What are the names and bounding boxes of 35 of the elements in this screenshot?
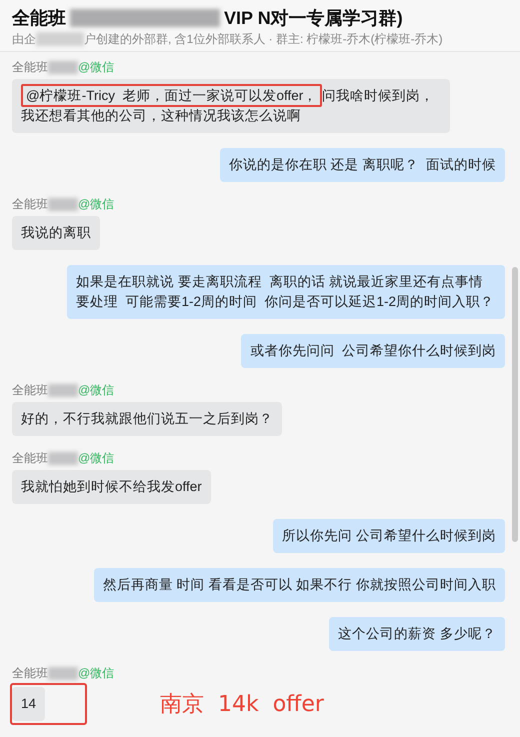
group-info: 户创建的外部群, 含1位外部联系人 · 群主: 柠檬班-乔木(柠檬班-乔木) — [84, 31, 443, 47]
sender-name: 全能班 — [12, 197, 48, 212]
message-text: 如果是在职就说 要走离职流程 离职的话 就说最近家里还有点事情要处理 可能需要1-2周的时间 你问是否可以延迟1-2周的时间入职？ — [76, 274, 494, 309]
sender-name: 全能班 — [12, 60, 48, 75]
message-text: 这个公司的薪资 多少呢？ — [338, 626, 496, 641]
message-text: 所以你先问 公司希望什么时候到岗 — [282, 528, 496, 543]
source-label: @微信 — [78, 451, 114, 466]
message-text: 我就怕她到时候不给我发offer — [21, 479, 202, 494]
blurred-text — [48, 198, 78, 211]
group-title: VIP N对一专属学习群) — [224, 7, 403, 30]
group-info: 由企 — [12, 31, 36, 47]
message-text: 我还想看其他的公司，这种情况我该怎么说啊 — [21, 108, 301, 123]
blurred-text — [48, 61, 78, 74]
message-text: 或者你先问问 公司希望你什么时候到岗 — [250, 343, 496, 358]
blurred-text — [48, 384, 78, 397]
group-title: 全能班 — [12, 7, 66, 30]
sender-name: 全能班 — [12, 383, 48, 398]
source-label: @微信 — [78, 383, 114, 398]
message-text: 问我啥时候到岗， — [322, 88, 434, 103]
source-label: @微信 — [78, 60, 114, 75]
message-text: 你说的是你在职 还是 离职呢？ 面试的时候 — [228, 157, 496, 172]
annotation-text: 南京 14k offer — [160, 692, 324, 718]
message-text: 我说的离职 — [21, 225, 91, 240]
source-label: @微信 — [78, 197, 114, 212]
message-text: 14 — [21, 696, 36, 711]
message-text: 然后再商量 时间 看看是否可以 如果不行 你就按照公司时间入职 — [102, 577, 496, 592]
source-label: @微信 — [78, 666, 114, 681]
blurred-text — [48, 667, 78, 680]
blurred-text — [48, 452, 78, 465]
highlighted-text: @柠檬班-Tricy 老师，面过一家说可以发offer， — [21, 84, 322, 107]
message-text: 好的，不行我就跟他们说五一之后到岗？ — [21, 411, 273, 426]
sender-name: 全能班 — [12, 666, 48, 681]
sender-name: 全能班 — [12, 451, 48, 466]
blurred-text — [36, 32, 84, 46]
scrollbar[interactable] — [512, 267, 518, 542]
